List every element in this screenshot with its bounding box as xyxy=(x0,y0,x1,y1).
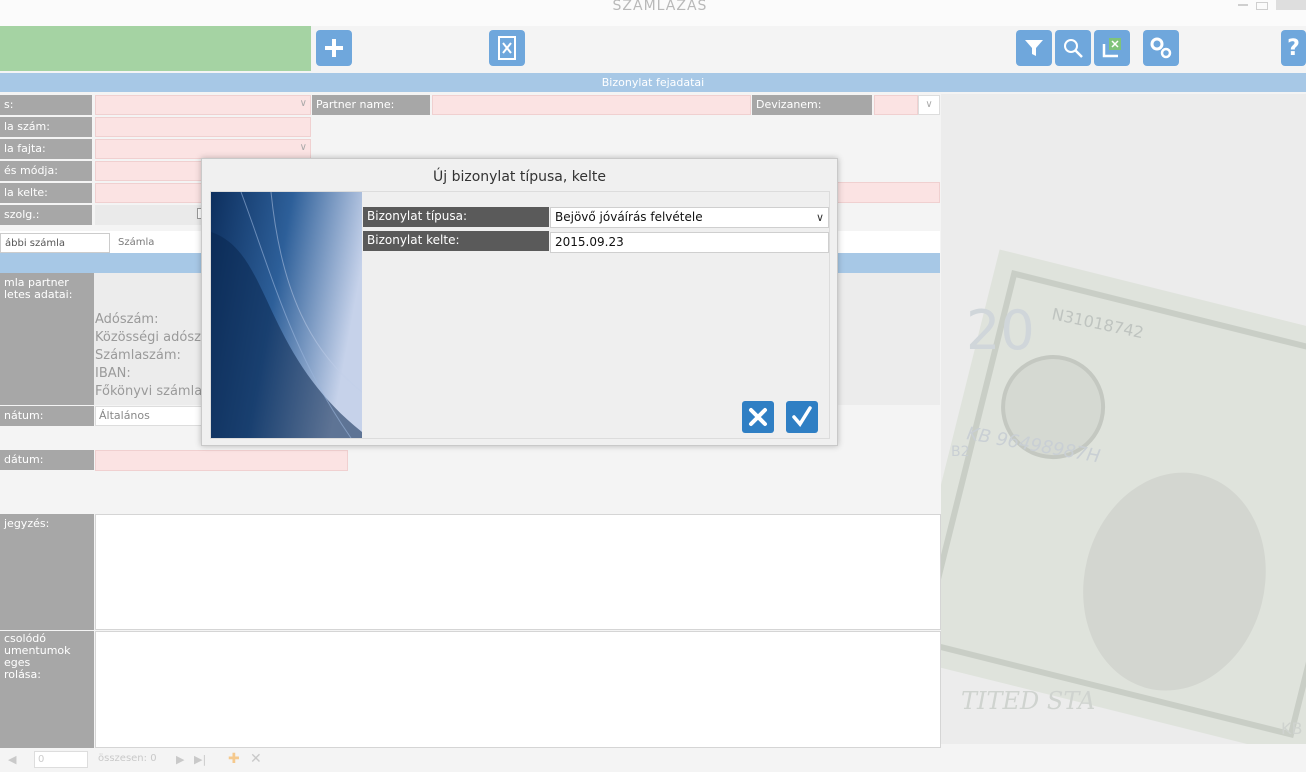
due-date-field[interactable] xyxy=(836,182,940,203)
search-icon xyxy=(1064,39,1083,58)
bottom-navigation: ◀ 0 összesen: 0 ▶ ▶| ✚ ✕ xyxy=(0,748,1306,772)
add-button[interactable] xyxy=(316,30,352,66)
dollar-bill-image: N31018742 20 KB 96498987H B2 TITED STA K… xyxy=(941,94,1306,744)
chevron-down-icon: ∨ xyxy=(299,142,307,153)
label-payment-mode: és módja: xyxy=(0,161,92,181)
ok-button[interactable] xyxy=(786,401,818,433)
export-button[interactable] xyxy=(1094,30,1130,66)
page-input[interactable]: 0 xyxy=(34,751,88,768)
partner-block-label: mla partner letes adatai: xyxy=(0,273,94,405)
currency-chevron-icon[interactable]: ∨ xyxy=(918,95,940,115)
label-attachments: csolódó umentumok eges rolása: xyxy=(0,631,94,748)
label-invoice-kind: la fajta: xyxy=(0,139,92,159)
field-iban: IBAN: xyxy=(95,366,131,381)
dialog-title: Új bizonylat típusa, kelte xyxy=(433,169,606,185)
settings-button[interactable] xyxy=(1143,30,1179,66)
toolbar-title-area xyxy=(0,26,311,71)
filter-button[interactable] xyxy=(1016,30,1052,66)
help-icon: ? xyxy=(1287,35,1300,61)
label-invoice-no: la szám: xyxy=(0,117,92,137)
bill-denomination: 20 xyxy=(966,299,1035,362)
chevron-down-icon: ∨ xyxy=(815,211,824,224)
chevron-down-icon: ∨ xyxy=(299,98,307,109)
document-type-select[interactable]: Bejövő jóváírás felvétele ∨ xyxy=(550,207,829,228)
title-bar: SZÁMLÁZÁS xyxy=(0,0,1306,26)
label-format: nátum: xyxy=(0,406,94,426)
label-document-type: Bizonylat típusa: xyxy=(363,207,549,227)
label-date: dátum: xyxy=(0,450,94,470)
note-textarea[interactable] xyxy=(95,514,941,630)
cancel-button[interactable] xyxy=(742,401,774,433)
background-image: N31018742 20 KB 96498987H B2 TITED STA K… xyxy=(941,94,1306,744)
partner-fields: Adószám: Közösségi adószá Számlaszám: IB… xyxy=(95,311,215,401)
excel-icon xyxy=(498,36,516,60)
format-select[interactable]: Általános xyxy=(95,406,205,426)
section-header: Bizonylat fejadatai xyxy=(0,73,1306,92)
payment-mode-select[interactable] xyxy=(95,161,205,181)
export-excel-button[interactable] xyxy=(489,30,525,66)
field-ledger-account: Főkönyvi számla: xyxy=(95,384,207,399)
currency-select[interactable] xyxy=(874,95,918,115)
minimize-icon[interactable] xyxy=(1238,4,1248,6)
service-area xyxy=(95,205,205,225)
document-date-field[interactable]: 2015.09.23 xyxy=(550,232,829,253)
prev-page-icon[interactable]: ◀ xyxy=(8,753,16,766)
help-button[interactable]: ? xyxy=(1281,30,1306,66)
delete-row-icon[interactable]: ✕ xyxy=(250,751,262,767)
type-select[interactable]: ∨ xyxy=(95,95,311,115)
export-icon xyxy=(1102,38,1121,58)
tab-invoice-lines[interactable]: Számla tételsorok xyxy=(114,233,204,268)
bill-corner-text: KB xyxy=(1281,719,1302,738)
bill-bottom-text: TITED STA xyxy=(961,687,1095,715)
label-partner: Partner name: xyxy=(312,95,430,115)
close-window-button[interactable] xyxy=(1276,0,1306,10)
maximize-icon[interactable] xyxy=(1256,2,1268,10)
label-currency: Devizanem: xyxy=(752,95,872,115)
bill-prefix: B2 xyxy=(951,444,970,460)
date-field[interactable] xyxy=(95,450,348,471)
label-service: szolg.: xyxy=(0,205,92,225)
add-row-icon[interactable]: ✚ xyxy=(228,751,240,767)
plus-icon xyxy=(325,39,343,57)
invoice-kind-select[interactable]: ∨ xyxy=(95,139,311,159)
field-tax-number: Adószám: xyxy=(95,312,159,327)
field-eu-tax-number: Közösségi adószá xyxy=(95,330,209,345)
next-page-icon[interactable]: ▶ xyxy=(176,753,184,766)
field-account-number: Számlaszám: xyxy=(95,348,181,363)
new-document-dialog: Új bizonylat típusa, kelte Bizonylat típ… xyxy=(201,158,838,446)
invoice-no-field[interactable] xyxy=(95,117,311,137)
label-note: jegyzés: xyxy=(0,514,94,630)
dialog-decoration-image xyxy=(211,192,362,438)
search-button[interactable] xyxy=(1055,30,1091,66)
invoice-date-field[interactable] xyxy=(95,183,205,203)
label-invoice-date: la kelte: xyxy=(0,183,92,203)
filter-icon xyxy=(1025,40,1043,56)
close-icon xyxy=(749,408,767,426)
settings-icon xyxy=(1150,37,1172,59)
tab-more-header-data[interactable]: ábbi számla fejadatok xyxy=(0,233,110,269)
window-title: SZÁMLÁZÁS xyxy=(612,0,708,14)
document-type-value: Bejövő jóváírás felvétele xyxy=(555,210,703,224)
label-document-date: Bizonylat kelte: xyxy=(363,231,549,251)
partner-name-field[interactable] xyxy=(432,95,751,115)
total-count: összesen: 0 xyxy=(98,753,157,764)
attachments-area[interactable] xyxy=(95,631,941,748)
last-page-icon[interactable]: ▶| xyxy=(194,753,206,766)
label-type: s: xyxy=(0,95,92,115)
check-icon xyxy=(792,406,812,427)
